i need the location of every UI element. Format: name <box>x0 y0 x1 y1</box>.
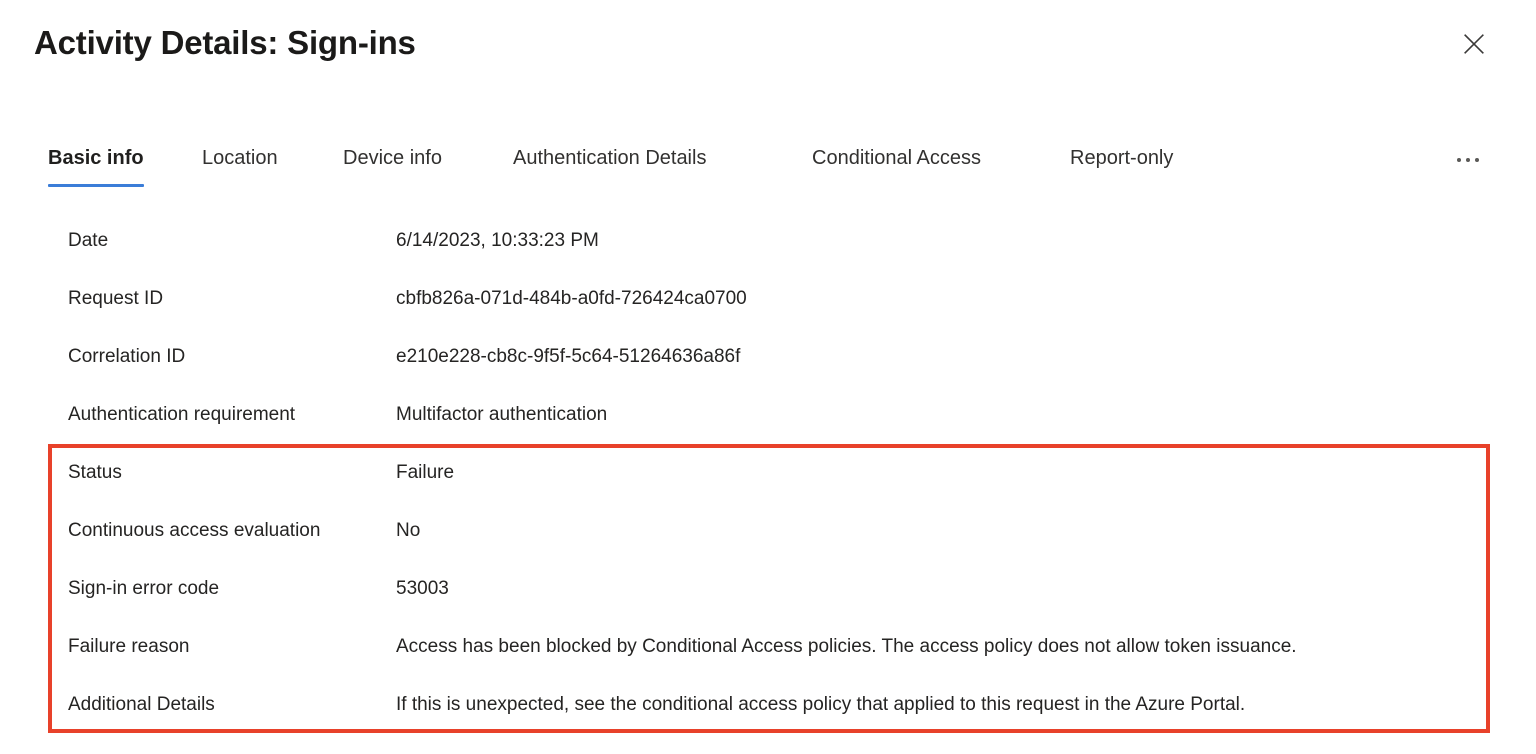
detail-value: 53003 <box>396 578 449 599</box>
detail-value: Access has been blocked by Conditional A… <box>396 636 1297 657</box>
detail-row-additional-details: Additional Details If this is unexpected… <box>0 676 1536 734</box>
detail-value: If this is unexpected, see the condition… <box>396 694 1246 715</box>
tab-label: Report-only <box>1070 147 1174 169</box>
details-list: Date 6/14/2023, 10:33:23 PM Request ID c… <box>0 212 1536 734</box>
tab-label: Device info <box>343 147 442 169</box>
ellipsis-dot <box>1457 158 1461 162</box>
detail-value: Multifactor authentication <box>396 404 608 425</box>
page-title: Activity Details: Sign-ins <box>34 24 416 61</box>
detail-label: Date <box>68 230 109 251</box>
detail-label: Failure reason <box>68 636 190 657</box>
detail-row-continuous-access-evaluation: Continuous access evaluation No <box>0 502 1536 560</box>
close-icon <box>1463 33 1485 55</box>
detail-row-date: Date 6/14/2023, 10:33:23 PM <box>0 212 1536 270</box>
ellipsis-dot <box>1475 158 1479 162</box>
detail-label: Additional Details <box>68 694 215 715</box>
detail-value: 6/14/2023, 10:33:23 PM <box>396 230 599 251</box>
detail-label: Authentication requirement <box>68 404 296 425</box>
detail-label: Correlation ID <box>68 346 186 367</box>
tab-basic-info[interactable]: Basic info <box>48 143 144 189</box>
tab-label: Location <box>202 147 278 169</box>
detail-row-correlation-id: Correlation ID e210e228-cb8c-9f5f-5c64-5… <box>0 328 1536 386</box>
status-badge: Failure <box>396 462 455 483</box>
detail-label: Request ID <box>68 288 164 309</box>
detail-value: No <box>396 520 421 541</box>
tab-location[interactable]: Location <box>202 143 278 189</box>
tab-label: Basic info <box>48 147 144 169</box>
tab-conditional-access[interactable]: Conditional Access <box>812 143 981 189</box>
detail-label: Continuous access evaluation <box>68 520 321 541</box>
panel-header: Activity Details: Sign-ins <box>0 0 1536 110</box>
tab-strip: Basic info Location Device info Authenti… <box>0 143 1536 193</box>
close-button[interactable] <box>1452 22 1496 66</box>
tab-report-only[interactable]: Report-only <box>1070 143 1173 189</box>
detail-row-request-id: Request ID cbfb826a-071d-484b-a0fd-72642… <box>0 270 1536 328</box>
tab-label: Authentication Details <box>513 147 707 169</box>
detail-label: Sign-in error code <box>68 578 220 599</box>
detail-row-sign-in-error-code: Sign-in error code 53003 <box>0 560 1536 618</box>
detail-row-status: Status Failure <box>0 444 1536 502</box>
ellipsis-dot <box>1466 158 1470 162</box>
tab-authentication-details[interactable]: Authentication Details <box>513 143 706 189</box>
ellipsis-icon[interactable] <box>1448 145 1488 175</box>
tab-label: Conditional Access <box>812 147 981 169</box>
detail-value: e210e228-cb8c-9f5f-5c64-51264636a86f <box>396 346 741 367</box>
detail-row-failure-reason: Failure reason Access has been blocked b… <box>0 618 1536 676</box>
tab-active-indicator <box>48 184 144 187</box>
detail-value: cbfb826a-071d-484b-a0fd-726424ca0700 <box>396 288 747 309</box>
detail-label: Status <box>68 462 122 483</box>
detail-row-authentication-requirement: Authentication requirement Multifactor a… <box>0 386 1536 444</box>
tab-device-info[interactable]: Device info <box>343 143 442 189</box>
